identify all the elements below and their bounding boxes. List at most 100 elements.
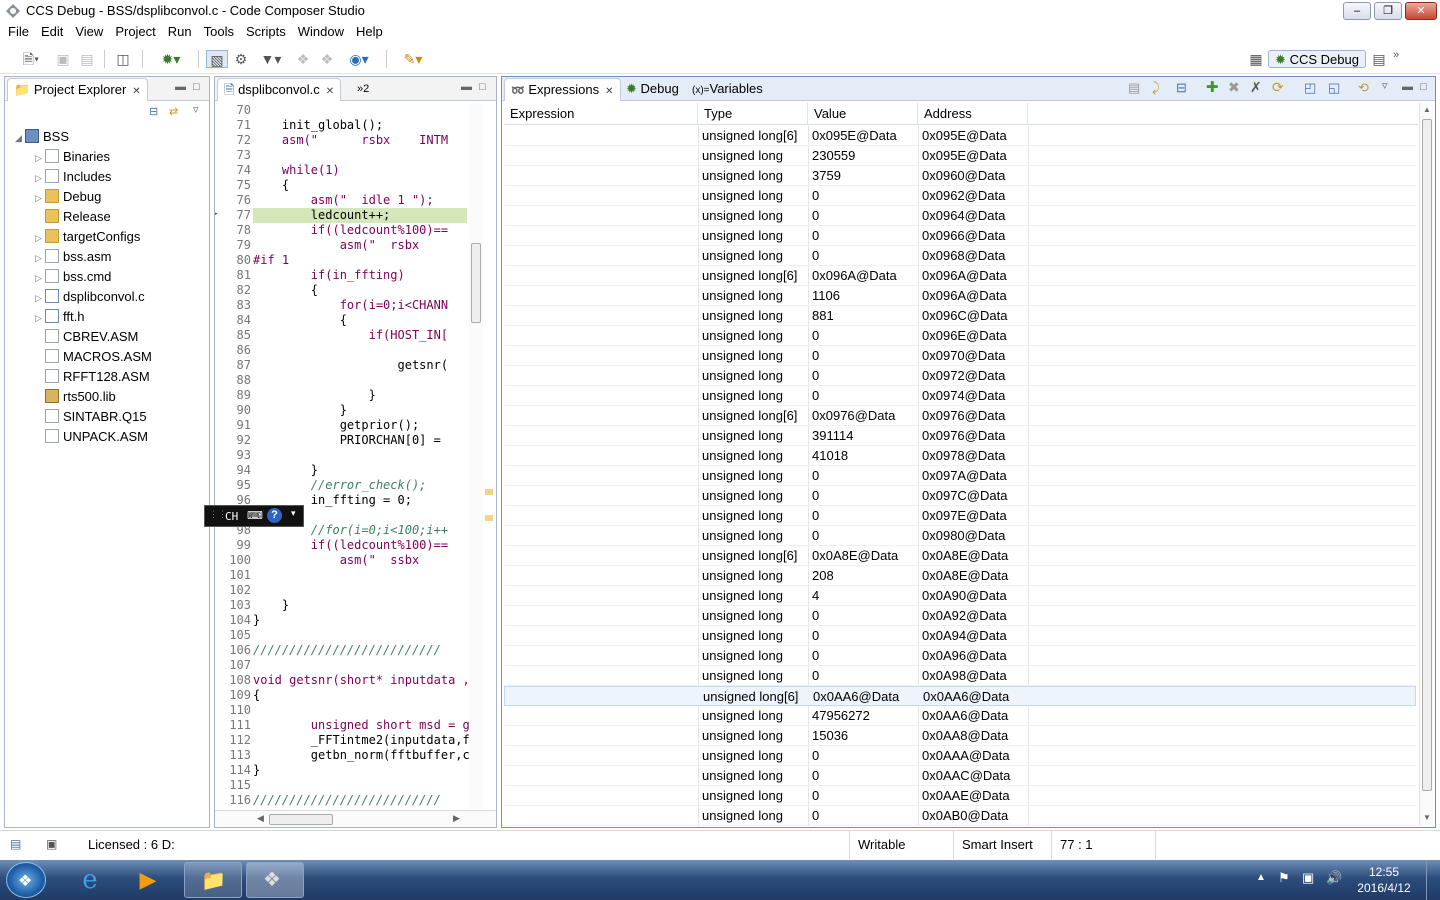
fast-view-icon[interactable]: ▤ [10,837,21,851]
remove-expression-icon[interactable]: ✖ [1228,79,1240,96]
link-editor-icon[interactable]: ⇄ [169,105,178,118]
code-line[interactable]: 101 [215,568,467,583]
minimize-view-icon[interactable]: ▬ [175,81,186,93]
code-line[interactable]: 107 [215,658,467,673]
tree-item[interactable]: ▷ Debug [35,187,101,207]
code-line[interactable]: 102 [215,583,467,598]
tree-item[interactable]: ▷ bss.asm [35,247,111,267]
show-type-icon[interactable]: ⤸ [1152,80,1160,96]
expression-child-row[interactable]: (x)=[4]unsigned long00x0972@Data [504,366,1416,386]
menu-project[interactable]: Project [109,22,161,42]
scroll-left-icon[interactable]: ◀ [257,813,264,824]
code-line[interactable]: 105 [215,628,467,643]
expression-child-row[interactable]: (x)=[3]unsigned long00x0A94@Data [504,626,1416,646]
expression-row[interactable]: ◢msdAllarrunsigned long[6]0x0976@Data0x0… [504,406,1416,426]
minimize-view-icon[interactable]: ▬ [1402,81,1413,93]
continuous-refresh-icon[interactable]: ⟲ [1358,80,1369,96]
code-line[interactable]: 77 ledcount++; ➤ [215,208,467,223]
collapse-all-icon[interactable]: ⊟ [1176,80,1187,96]
new-icon[interactable]: 🗎▾ [16,50,46,68]
expression-child-row[interactable]: (x)=[0]unsigned long11060x096A@Data [504,286,1416,306]
ime-language[interactable]: CH [225,510,238,523]
expression-child-row[interactable]: (x)=[2]unsigned long00x0962@Data [504,186,1416,206]
expression-child-row[interactable]: (x)=[1]unsigned long37590x0960@Data [504,166,1416,186]
expression-child-row[interactable]: (x)=[0]unsigned long479562720x0AA6@Data [504,706,1416,726]
maximize-view-icon[interactable]: □ [1420,81,1427,93]
col-address[interactable]: Address [918,103,1028,125]
perspective-overflow-icon[interactable]: » [1390,46,1402,64]
remove-all-icon[interactable]: ✗ [1250,79,1262,96]
load-program-icon[interactable]: ▼▾ [256,50,286,68]
tab-debug[interactable]: ✹ Debug [620,78,685,101]
refresh-icon[interactable]: ⟳ [1272,79,1284,96]
help-icon[interactable]: ? [267,508,282,523]
code-line[interactable]: 106////////////////////////// [215,643,467,658]
code-line[interactable]: 76 asm(" idle 1 "); [215,193,467,208]
tree-item[interactable]: ▷ targetConfigs [35,227,140,247]
hscroll-thumb[interactable] [269,814,333,825]
code-line[interactable]: 113 getbn_norm(fftbuffer,ch [215,748,471,763]
clock[interactable]: 12:55 2016/4/12 [1350,864,1418,896]
import-icon[interactable]: ◰ [1304,80,1316,96]
internet-explorer-icon[interactable]: e [72,864,108,896]
code-line[interactable]: 83 for(i=0;i<CHANN [215,298,467,313]
tool-icon[interactable]: ⚙ [232,50,250,68]
expression-child-row[interactable]: (x)=[4]unsigned long00x0AAE@Data [504,786,1416,806]
expression-child-row[interactable]: (x)=[5]unsigned long00x0980@Data [504,526,1416,546]
col-expression[interactable]: Expression [504,103,698,125]
maximize-view-icon[interactable]: □ [193,81,200,93]
expand-arrow-icon[interactable]: ▷ [35,228,45,248]
expression-child-row[interactable]: (x)=[3]unsigned long00x0964@Data [504,206,1416,226]
code-line[interactable]: 81 if(in_ffting) [215,268,467,283]
ccs-debug-perspective-button[interactable]: ✹ CCS Debug [1268,50,1366,68]
code-line[interactable]: 89 } [215,388,467,403]
col-type[interactable]: Type [698,103,808,125]
explorer-task-button[interactable]: 📁 [184,862,242,898]
code-line[interactable]: 95 //error_check(); [215,478,467,493]
code-line[interactable]: 75 { [215,178,467,193]
maximize-button[interactable]: ❐ [1374,2,1402,20]
code-line[interactable]: 82 { [215,283,467,298]
expression-child-row[interactable]: (x)=[4]unsigned long00x0A96@Data [504,646,1416,666]
expand-arrow-icon[interactable]: ▷ [35,188,45,208]
editor-overflow-tabs[interactable]: »2 [351,78,375,101]
vscroll-thumb[interactable] [471,243,481,323]
tree-item[interactable]: RFFT128.ASM [35,367,150,387]
close-tab-icon[interactable]: ✕ [326,86,334,97]
col-value[interactable]: Value [808,103,918,125]
code-line[interactable]: 70 [215,103,467,118]
menu-run[interactable]: Run [162,22,198,42]
perspective-menu-icon[interactable]: ▤ [1370,50,1388,68]
expression-child-row[interactable]: (x)=[5]unsigned long00x0A98@Data [504,666,1416,686]
expression-child-row[interactable]: (x)=[2]unsigned long00x096E@Data [504,326,1416,346]
tab-variables[interactable]: (x)=Variables [686,78,769,101]
menu-window[interactable]: Window [292,22,350,42]
code-line[interactable]: 110 [215,703,467,718]
code-line[interactable]: 79 asm(" rsbx [215,238,467,253]
tab-project-explorer[interactable]: 📁 Project Explorer ✕ [7,78,148,101]
code-line[interactable]: 94 } [215,463,467,478]
code-line[interactable]: 74 while(1) [215,163,467,178]
export-icon[interactable]: ◱ [1328,80,1340,96]
expression-child-row[interactable]: (x)=[1]unsigned long410180x0978@Data [504,446,1416,466]
step-icon[interactable]: ❖ [318,50,336,68]
expression-child-row[interactable]: (x)=[4]unsigned long00x0966@Data [504,226,1416,246]
code-line[interactable]: 108 void getsnr(short* inputdata ,s [215,673,471,688]
expression-child-row[interactable]: (x)=[3]unsigned long00x0970@Data [504,346,1416,366]
expand-arrow-icon[interactable]: ▷ [35,268,45,288]
code-line[interactable]: 91 getprior(); [215,418,467,433]
action-center-icon[interactable]: ⚑ [1278,870,1290,886]
maximize-view-icon[interactable]: □ [479,81,486,93]
expand-arrow-icon[interactable]: ◢ [15,128,25,148]
code-line[interactable]: 71 init_global(); [215,118,467,133]
tree-item[interactable]: ▷ fft.h [35,307,84,327]
expression-child-row[interactable]: (x)=[0]unsigned long3911140x0976@Data [504,426,1416,446]
expression-child-row[interactable]: (x)=[3]unsigned long00x097C@Data [504,486,1416,506]
expression-row[interactable]: ◢snrAllarrunsigned long[6]0x0A8E@Data0x0… [504,546,1416,566]
tree-item[interactable]: ▷ dsplibconvol.c [35,287,145,307]
show-hidden-icons[interactable]: ▲ [1256,872,1266,883]
keyboard-icon[interactable]: ⌨ [247,509,263,522]
code-line[interactable]: 100 asm(" ssbx [215,553,467,568]
tree-item[interactable]: MACROS.ASM [35,347,152,367]
toggle-icon[interactable]: ▤ [1128,80,1140,96]
